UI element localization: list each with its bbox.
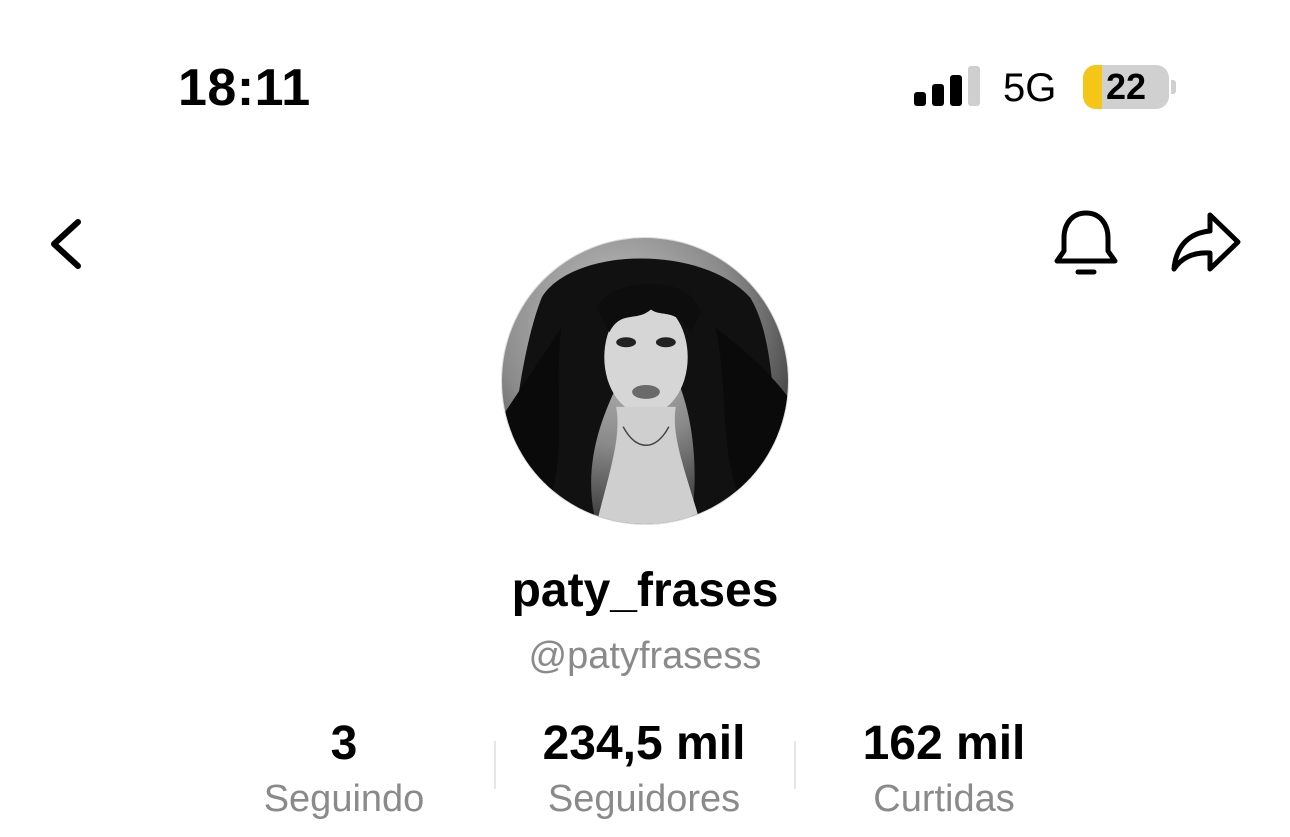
username: @patyfrasess bbox=[528, 635, 762, 677]
avatar[interactable] bbox=[501, 237, 789, 525]
battery-nub bbox=[1171, 80, 1176, 94]
bell-icon bbox=[1054, 210, 1118, 275]
following-stat[interactable]: 3 Seguindo bbox=[194, 716, 494, 822]
followers-count: 234,5 mil bbox=[542, 717, 746, 770]
chevron-left-icon bbox=[51, 219, 81, 269]
following-count: 3 bbox=[330, 717, 358, 770]
notifications-button[interactable] bbox=[1050, 205, 1122, 281]
share-button[interactable] bbox=[1166, 205, 1246, 281]
status-time: 18:11 bbox=[178, 59, 311, 117]
back-button[interactable] bbox=[40, 208, 100, 280]
profile-photo bbox=[502, 238, 788, 524]
cellular-signal-icon bbox=[914, 66, 980, 106]
followers-stat[interactable]: 234,5 mil Seguidores bbox=[494, 716, 794, 822]
likes-count: 162 mil bbox=[862, 717, 1026, 770]
network-type: 5G bbox=[1003, 66, 1057, 110]
following-label: Seguindo bbox=[263, 778, 425, 820]
display-name: paty_frases bbox=[511, 564, 779, 617]
likes-stat[interactable]: 162 mil Curtidas bbox=[794, 716, 1094, 822]
battery-level: 22 bbox=[1105, 66, 1147, 107]
battery-icon: 22 bbox=[1083, 65, 1169, 109]
share-arrow-icon bbox=[1171, 212, 1241, 272]
followers-label: Seguidores bbox=[547, 778, 741, 820]
likes-label: Curtidas bbox=[873, 778, 1015, 820]
